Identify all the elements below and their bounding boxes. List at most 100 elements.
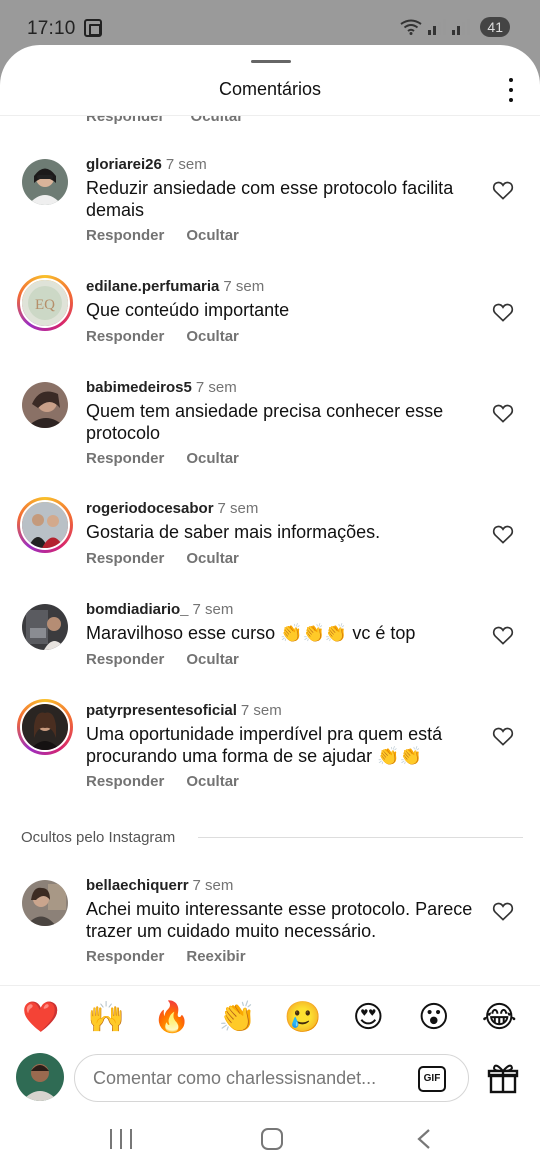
comment-actions: Responder Ocultar — [86, 227, 261, 244]
back-button[interactable] — [416, 1128, 432, 1150]
comment-time: 7 sem — [223, 278, 265, 295]
like-heart-icon[interactable] — [492, 403, 514, 423]
emoji-clap[interactable]: 👏 — [217, 998, 257, 1038]
reply-button[interactable]: Responder — [86, 227, 164, 244]
screen-record-icon — [84, 19, 102, 37]
avatar-story-ring[interactable]: EQ — [17, 275, 73, 331]
gif-button[interactable]: GIF — [418, 1066, 446, 1092]
emoji-heart[interactable]: ❤️ — [21, 998, 61, 1038]
status-time: 17:10 — [27, 18, 76, 39]
avatar-initials: EQ — [35, 297, 55, 313]
avatar-story-ring[interactable] — [17, 699, 73, 755]
comment-username[interactable]: edilane.perfumaria — [86, 278, 219, 295]
partial-comment-actions: Responder Ocultar — [86, 116, 265, 125]
comment-composer: GIF — [0, 1049, 540, 1109]
comment-username[interactable]: bomdiadiario_ — [86, 601, 189, 618]
comment-username[interactable]: rogeriodocesabor — [86, 500, 214, 517]
reply-button[interactable]: Responder — [86, 328, 164, 345]
sheet-grabber[interactable] — [251, 60, 291, 63]
comment-time: 7 sem — [195, 379, 237, 396]
reply-button[interactable]: Responder — [86, 773, 164, 790]
hide-button[interactable]: Ocultar — [186, 450, 239, 467]
avatar[interactable] — [22, 382, 68, 428]
comment-time: 7 sem — [165, 156, 207, 173]
comment-username[interactable]: babimedeiros5 — [86, 379, 192, 396]
comment-meta: babimedeiros5 7 sem — [86, 379, 237, 396]
emoji-fire[interactable]: 🔥 — [152, 998, 192, 1038]
reply-button[interactable]: Responder — [86, 948, 164, 965]
comment-text: Maravilhoso esse curso 👏👏👏 vc é top — [86, 623, 416, 643]
comment-input[interactable] — [93, 1065, 403, 1091]
comment-time: 7 sem — [192, 601, 234, 618]
comments-list[interactable]: Responder Ocultar gloriarei26 7 sem Reduz… — [0, 116, 540, 984]
comments-sheet: Comentários Responder Ocultar gloriarei2… — [0, 45, 540, 1170]
emoji-raised-hands[interactable]: 🙌 — [86, 998, 126, 1038]
reply-button[interactable]: Responder — [86, 450, 164, 467]
comment-actions: Responder Ocultar — [86, 550, 261, 567]
reply-button[interactable]: Responder — [86, 116, 164, 125]
comment-meta: edilane.perfumaria 7 sem — [86, 278, 264, 295]
comment-actions: Responder Ocultar — [86, 773, 261, 790]
more-options-icon[interactable] — [506, 78, 516, 102]
wifi-icon — [400, 19, 422, 35]
comment-username[interactable]: gloriarei26 — [86, 156, 162, 173]
comment-meta: patyrpresentesoficial 7 sem — [86, 702, 282, 719]
comment-text: Uma oportunidade imperdível pra quem est… — [86, 724, 443, 766]
system-nav-bar — [0, 1119, 540, 1169]
like-heart-icon[interactable] — [492, 901, 514, 921]
comment-meta: bomdiadiario_ 7 sem — [86, 601, 233, 618]
comment-actions: Responder Ocultar — [86, 328, 261, 345]
comment-username[interactable]: bellaechiquerr — [86, 877, 189, 894]
hide-button[interactable]: Ocultar — [186, 773, 239, 790]
comment-text: Reduzir ansiedade com esse protocolo fac… — [86, 178, 454, 220]
comment-input-box[interactable]: GIF — [74, 1054, 469, 1102]
signal-icon-2 — [452, 19, 471, 35]
emoji-surprised[interactable]: 😮 — [414, 998, 454, 1038]
avatar-story-ring[interactable] — [17, 497, 73, 553]
comment-time: 7 sem — [192, 877, 234, 894]
comment-time: 7 sem — [240, 702, 282, 719]
avatar[interactable] — [22, 159, 68, 205]
like-heart-icon[interactable] — [492, 180, 514, 200]
comment-time: 7 sem — [217, 500, 259, 517]
hide-button[interactable]: Ocultar — [191, 116, 244, 125]
like-heart-icon[interactable] — [492, 625, 514, 645]
emoji-heart-eyes[interactable]: 😍 — [348, 998, 388, 1038]
hide-button[interactable]: Ocultar — [186, 227, 239, 244]
emoji-reaction-bar: ❤️ 🙌 🔥 👏 🥲 😍 😮 😂 — [0, 985, 540, 1049]
reply-button[interactable]: Responder — [86, 651, 164, 668]
comment-actions: Responder Ocultar — [86, 651, 261, 668]
emoji-smiling-tear[interactable]: 🥲 — [283, 998, 323, 1038]
like-heart-icon[interactable] — [492, 302, 514, 322]
gift-icon[interactable] — [487, 1063, 519, 1095]
comment-text: Achei muito interessante esse protocolo.… — [86, 899, 473, 941]
comment-actions: Responder Ocultar — [86, 450, 261, 467]
comment-username[interactable]: patyrpresentesoficial — [86, 702, 237, 719]
reply-button[interactable]: Responder — [86, 550, 164, 567]
comment-meta: gloriarei26 7 sem — [86, 156, 207, 173]
status-icons: 41 — [400, 17, 510, 37]
avatar[interactable] — [22, 604, 68, 650]
comment-meta: rogeriodocesabor 7 sem — [86, 500, 258, 517]
comment-text: Gostaria de saber mais informações. — [86, 522, 381, 542]
comment-text: Que conteúdo importante — [86, 300, 290, 320]
comment-text: Quem tem ansiedade precisa conhecer esse… — [86, 401, 444, 443]
emoji-laughing[interactable]: 😂 — [479, 998, 519, 1038]
battery-badge: 41 — [480, 17, 510, 37]
comment-meta: bellaechiquerr 7 sem — [86, 877, 233, 894]
hidden-section-divider — [198, 837, 523, 838]
comment-actions: Responder Reexibir — [86, 948, 268, 965]
hide-button[interactable]: Ocultar — [186, 651, 239, 668]
hide-button[interactable]: Ocultar — [186, 328, 239, 345]
hide-button[interactable]: Ocultar — [186, 550, 239, 567]
like-heart-icon[interactable] — [492, 524, 514, 544]
like-heart-icon[interactable] — [492, 726, 514, 746]
hidden-section-label: Ocultos pelo Instagram — [21, 829, 176, 846]
unhide-button[interactable]: Reexibir — [186, 948, 245, 965]
avatar[interactable] — [22, 880, 68, 926]
current-user-avatar[interactable] — [16, 1053, 64, 1101]
home-button[interactable] — [261, 1128, 283, 1150]
signal-icon — [428, 19, 447, 35]
page-title: Comentários — [218, 79, 322, 99]
recents-button[interactable] — [110, 1129, 132, 1149]
